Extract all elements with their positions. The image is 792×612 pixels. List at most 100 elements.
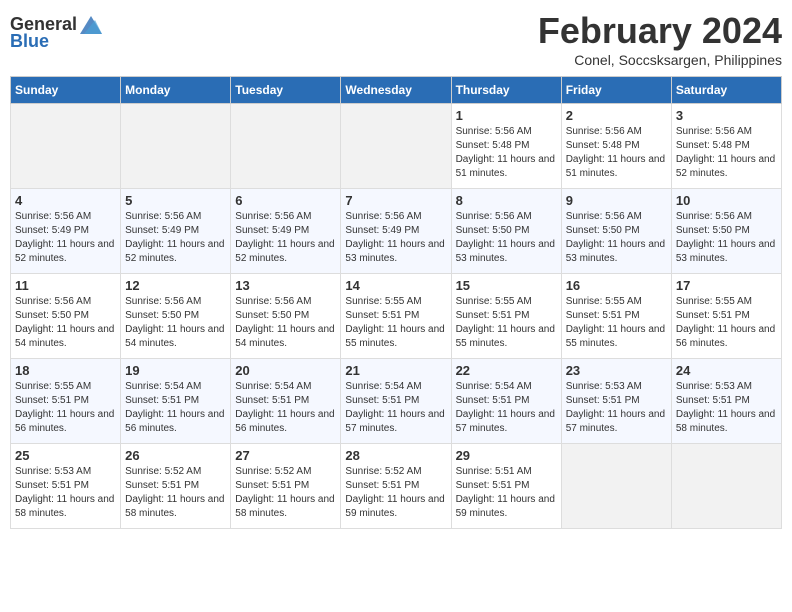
day-info: Sunrise: 5:56 AMSunset: 5:50 PMDaylight:… <box>456 210 557 266</box>
day-info: Sunrise: 5:51 AMSunset: 5:51 PMDaylight:… <box>456 465 557 521</box>
table-row: 10 Sunrise: 5:56 AMSunset: 5:50 PMDayligh… <box>671 189 781 274</box>
header-saturday: Saturday <box>671 77 781 104</box>
day-number: 15 <box>456 278 557 293</box>
day-number: 11 <box>15 278 116 293</box>
day-info: Sunrise: 5:56 AMSunset: 5:49 PMDaylight:… <box>345 210 446 266</box>
header-friday: Friday <box>561 77 671 104</box>
day-info: Sunrise: 5:54 AMSunset: 5:51 PMDaylight:… <box>456 380 557 436</box>
table-row: 12 Sunrise: 5:56 AMSunset: 5:50 PMDayligh… <box>121 274 231 359</box>
table-row: 16 Sunrise: 5:55 AMSunset: 5:51 PMDayligh… <box>561 274 671 359</box>
day-info: Sunrise: 5:52 AMSunset: 5:51 PMDaylight:… <box>235 465 336 521</box>
day-info: Sunrise: 5:54 AMSunset: 5:51 PMDaylight:… <box>345 380 446 436</box>
table-row: 2 Sunrise: 5:56 AMSunset: 5:48 PMDaylight… <box>561 104 671 189</box>
table-row: 9 Sunrise: 5:56 AMSunset: 5:50 PMDaylight… <box>561 189 671 274</box>
table-row: 21 Sunrise: 5:54 AMSunset: 5:51 PMDayligh… <box>341 359 451 444</box>
day-number: 3 <box>676 108 777 123</box>
table-row: 24 Sunrise: 5:53 AMSunset: 5:51 PMDayligh… <box>671 359 781 444</box>
day-info: Sunrise: 5:56 AMSunset: 5:49 PMDaylight:… <box>235 210 336 266</box>
table-row: 5 Sunrise: 5:56 AMSunset: 5:49 PMDaylight… <box>121 189 231 274</box>
day-number: 10 <box>676 193 777 208</box>
day-info: Sunrise: 5:54 AMSunset: 5:51 PMDaylight:… <box>125 380 226 436</box>
day-info: Sunrise: 5:54 AMSunset: 5:51 PMDaylight:… <box>235 380 336 436</box>
table-row: 25 Sunrise: 5:53 AMSunset: 5:51 PMDayligh… <box>11 444 121 529</box>
day-number: 22 <box>456 363 557 378</box>
day-info: Sunrise: 5:56 AMSunset: 5:50 PMDaylight:… <box>125 295 226 351</box>
day-info: Sunrise: 5:55 AMSunset: 5:51 PMDaylight:… <box>15 380 116 436</box>
week-row-4: 18 Sunrise: 5:55 AMSunset: 5:51 PMDayligh… <box>11 359 782 444</box>
day-info: Sunrise: 5:56 AMSunset: 5:48 PMDaylight:… <box>676 125 777 181</box>
table-row: 26 Sunrise: 5:52 AMSunset: 5:51 PMDayligh… <box>121 444 231 529</box>
day-number: 16 <box>566 278 667 293</box>
day-info: Sunrise: 5:53 AMSunset: 5:51 PMDaylight:… <box>676 380 777 436</box>
calendar-subtitle: Conel, Soccsksargen, Philippines <box>538 52 782 68</box>
day-info: Sunrise: 5:53 AMSunset: 5:51 PMDaylight:… <box>15 465 116 521</box>
day-info: Sunrise: 5:56 AMSunset: 5:50 PMDaylight:… <box>676 210 777 266</box>
day-number: 28 <box>345 448 446 463</box>
day-info: Sunrise: 5:55 AMSunset: 5:51 PMDaylight:… <box>566 295 667 351</box>
table-row: 3 Sunrise: 5:56 AMSunset: 5:48 PMDaylight… <box>671 104 781 189</box>
title-section: February 2024 Conel, Soccsksargen, Phili… <box>538 10 782 68</box>
day-number: 17 <box>676 278 777 293</box>
day-number: 23 <box>566 363 667 378</box>
day-info: Sunrise: 5:56 AMSunset: 5:50 PMDaylight:… <box>235 295 336 351</box>
logo-blue: Blue <box>10 31 49 52</box>
table-row: 11 Sunrise: 5:56 AMSunset: 5:50 PMDayligh… <box>11 274 121 359</box>
day-number: 21 <box>345 363 446 378</box>
day-info: Sunrise: 5:56 AMSunset: 5:49 PMDaylight:… <box>125 210 226 266</box>
day-info: Sunrise: 5:53 AMSunset: 5:51 PMDaylight:… <box>566 380 667 436</box>
day-info: Sunrise: 5:55 AMSunset: 5:51 PMDaylight:… <box>676 295 777 351</box>
day-number: 18 <box>15 363 116 378</box>
day-number: 19 <box>125 363 226 378</box>
table-row: 28 Sunrise: 5:52 AMSunset: 5:51 PMDayligh… <box>341 444 451 529</box>
day-number: 25 <box>15 448 116 463</box>
day-info: Sunrise: 5:56 AMSunset: 5:48 PMDaylight:… <box>566 125 667 181</box>
header-thursday: Thursday <box>451 77 561 104</box>
header-wednesday: Wednesday <box>341 77 451 104</box>
day-info: Sunrise: 5:56 AMSunset: 5:50 PMDaylight:… <box>15 295 116 351</box>
table-row: 4Sunrise: 5:56 AMSunset: 5:49 PMDaylight… <box>11 189 121 274</box>
table-row <box>121 104 231 189</box>
table-row: 22 Sunrise: 5:54 AMSunset: 5:51 PMDayligh… <box>451 359 561 444</box>
week-row-3: 11 Sunrise: 5:56 AMSunset: 5:50 PMDayligh… <box>11 274 782 359</box>
table-row <box>231 104 341 189</box>
day-number: 26 <box>125 448 226 463</box>
table-row <box>341 104 451 189</box>
week-row-2: 4Sunrise: 5:56 AMSunset: 5:49 PMDaylight… <box>11 189 782 274</box>
table-row: 13Sunrise: 5:56 AMSunset: 5:50 PMDayligh… <box>231 274 341 359</box>
logo-icon <box>80 16 102 34</box>
header-sunday: Sunday <box>11 77 121 104</box>
day-number: 20 <box>235 363 336 378</box>
table-row: 15 Sunrise: 5:55 AMSunset: 5:51 PMDayligh… <box>451 274 561 359</box>
header-tuesday: Tuesday <box>231 77 341 104</box>
day-number: 24 <box>676 363 777 378</box>
day-number: 8 <box>456 193 557 208</box>
calendar-header-row: Sunday Monday Tuesday Wednesday Thursday… <box>11 77 782 104</box>
day-number: 9 <box>566 193 667 208</box>
day-info: Sunrise: 5:52 AMSunset: 5:51 PMDaylight:… <box>345 465 446 521</box>
day-number: 27 <box>235 448 336 463</box>
day-number: 14 <box>345 278 446 293</box>
day-info: Sunrise: 5:52 AMSunset: 5:51 PMDaylight:… <box>125 465 226 521</box>
day-info: Sunrise: 5:56 AMSunset: 5:48 PMDaylight:… <box>456 125 557 181</box>
calendar-table: Sunday Monday Tuesday Wednesday Thursday… <box>10 76 782 529</box>
table-row: 17 Sunrise: 5:55 AMSunset: 5:51 PMDayligh… <box>671 274 781 359</box>
logo: General Blue <box>10 14 102 52</box>
table-row: 1 Sunrise: 5:56 AMSunset: 5:48 PMDaylight… <box>451 104 561 189</box>
day-info: Sunrise: 5:56 AMSunset: 5:50 PMDaylight:… <box>566 210 667 266</box>
table-row: 23 Sunrise: 5:53 AMSunset: 5:51 PMDayligh… <box>561 359 671 444</box>
day-info: Sunrise: 5:55 AMSunset: 5:51 PMDaylight:… <box>345 295 446 351</box>
table-row: 27 Sunrise: 5:52 AMSunset: 5:51 PMDayligh… <box>231 444 341 529</box>
day-number: 5 <box>125 193 226 208</box>
table-row: 19 Sunrise: 5:54 AMSunset: 5:51 PMDayligh… <box>121 359 231 444</box>
day-number: 1 <box>456 108 557 123</box>
table-row: 29Sunrise: 5:51 AMSunset: 5:51 PMDayligh… <box>451 444 561 529</box>
day-number: 12 <box>125 278 226 293</box>
week-row-5: 25 Sunrise: 5:53 AMSunset: 5:51 PMDayligh… <box>11 444 782 529</box>
day-number: 2 <box>566 108 667 123</box>
day-number: 6 <box>235 193 336 208</box>
day-info: Sunrise: 5:56 AMSunset: 5:49 PMDaylight:… <box>15 210 116 266</box>
table-row: 7 Sunrise: 5:56 AMSunset: 5:49 PMDaylight… <box>341 189 451 274</box>
day-info: Sunrise: 5:55 AMSunset: 5:51 PMDaylight:… <box>456 295 557 351</box>
table-row: 14 Sunrise: 5:55 AMSunset: 5:51 PMDayligh… <box>341 274 451 359</box>
day-number: 7 <box>345 193 446 208</box>
